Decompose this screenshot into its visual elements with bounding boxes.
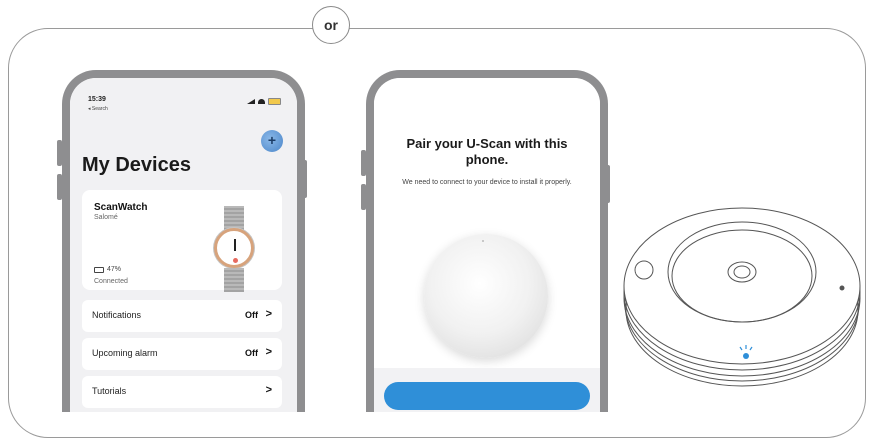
watch-hand <box>234 239 236 251</box>
watch-image <box>210 206 258 292</box>
watch-case <box>214 228 254 268</box>
connection-status: Connected <box>94 278 128 285</box>
phone-pair-device: Pair your U-Scan with this phone. We nee… <box>366 70 608 412</box>
menu-item-tutorials[interactable]: Tutorials > <box>82 376 282 408</box>
status-icons <box>247 98 281 105</box>
pair-button[interactable] <box>384 382 590 410</box>
page-title: My Devices <box>82 154 191 176</box>
battery-level: 47% <box>107 266 122 273</box>
battery-icon <box>94 266 104 273</box>
menu-label: Tutorials <box>92 386 127 396</box>
phone-my-devices: 15:39 ◂ Search + My Devices ScanWatch Sa… <box>62 70 305 412</box>
device-name: ScanWatch <box>94 202 148 213</box>
pairing-subtitle: We need to connect to your device to ins… <box>402 179 572 186</box>
signal-icon <box>247 99 255 104</box>
status-time: 15:39 <box>88 96 106 103</box>
or-separator: or <box>312 6 350 44</box>
watch-strap-bottom <box>224 268 244 292</box>
device-battery: 47% <box>94 266 121 273</box>
menu-value: Off <box>245 348 258 358</box>
menu-label: Upcoming alarm <box>92 348 158 358</box>
watch-strap-top <box>224 206 244 230</box>
watch-indicator-dot <box>233 258 238 263</box>
device-owner: Salomé <box>94 214 118 221</box>
pairing-title: Pair your U-Scan with this phone. <box>406 136 568 167</box>
add-device-button[interactable]: + <box>261 130 283 152</box>
menu-value: Off <box>245 310 258 320</box>
battery-icon <box>268 98 281 105</box>
menu-item-upcoming-alarm[interactable]: Upcoming alarm Off > <box>82 338 282 370</box>
device-sensor-dot <box>482 240 484 242</box>
menu-item-notifications[interactable]: Notifications Off > <box>82 300 282 332</box>
chevron-right-icon: > <box>265 308 272 320</box>
device-card-scanwatch[interactable]: ScanWatch Salomé 47% Connected <box>82 190 282 292</box>
plus-icon: + <box>267 132 277 148</box>
wifi-icon <box>258 99 265 104</box>
or-label: or <box>324 17 338 33</box>
hub-top-surface <box>623 207 861 365</box>
pairing-screen: Pair your U-Scan with this phone. We nee… <box>374 78 600 412</box>
hub-side-dot <box>839 285 845 291</box>
my-devices-screen: 15:39 ◂ Search + My Devices ScanWatch Sa… <box>70 78 297 412</box>
u-scan-device-image <box>424 234 548 358</box>
u-scan-hub-illustration <box>623 207 861 387</box>
chevron-right-icon: > <box>265 346 272 358</box>
chevron-right-icon: > <box>265 384 272 396</box>
menu-label: Notifications <box>92 310 142 320</box>
back-to-search-link[interactable]: ◂ Search <box>88 106 108 112</box>
